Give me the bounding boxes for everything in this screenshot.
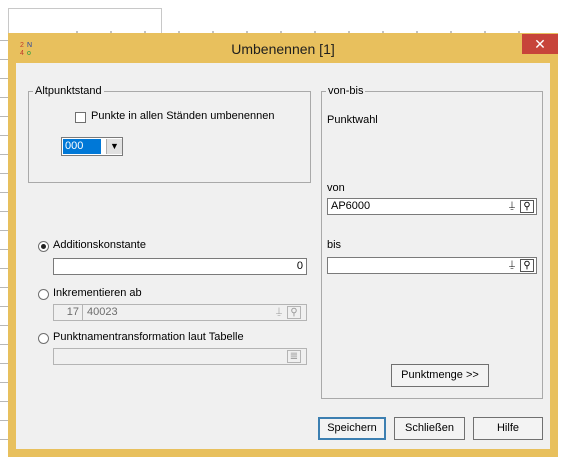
bis-label: bis bbox=[327, 239, 342, 251]
altpunktstand-group: Altpunktstand Punkte in allen Ständen um… bbox=[28, 85, 311, 183]
transformation-field: ≣ bbox=[53, 348, 307, 365]
search-icon[interactable]: ⚲ bbox=[520, 200, 534, 213]
von-label: von bbox=[327, 182, 345, 194]
pick-point-icon[interactable]: ⍊ bbox=[505, 200, 519, 213]
inkrementieren-radio[interactable] bbox=[38, 289, 49, 300]
altpunktstand-legend: Altpunktstand bbox=[33, 85, 104, 97]
rename-dialog: 2 N 4 o Umbenennen [1] ✕ Altpunktstand P… bbox=[8, 33, 558, 457]
von-value: AP6000 bbox=[331, 200, 371, 212]
bis-input[interactable]: ⍊ ⚲ bbox=[327, 257, 537, 274]
close-icon: ✕ bbox=[534, 36, 546, 52]
window-title: Umbenennen [1] bbox=[231, 41, 335, 57]
additionskonstante-label: Additionskonstante bbox=[53, 239, 146, 251]
dropdown-arrow-icon[interactable]: ▼ bbox=[106, 139, 122, 154]
transformation-label: Punktnamentransformation laut Tabelle bbox=[53, 331, 244, 343]
help-button[interactable]: Hilfe bbox=[473, 417, 543, 440]
stand-select-value: 000 bbox=[63, 139, 101, 154]
vonbis-group: von-bis Punktwahl von AP6000 ⍊ ⚲ bis ⍊ ⚲… bbox=[321, 85, 543, 399]
title-bar[interactable]: 2 N 4 o Umbenennen [1] ✕ bbox=[8, 33, 558, 63]
von-input[interactable]: AP6000 ⍊ ⚲ bbox=[327, 198, 537, 215]
inkrementieren-prefix: 17 bbox=[54, 305, 83, 320]
transformation-radio[interactable] bbox=[38, 333, 49, 344]
background-ruler bbox=[0, 40, 8, 457]
inkrementieren-value: 40023 bbox=[87, 306, 118, 318]
all-stands-label: Punkte in allen Ständen umbenennen bbox=[91, 110, 275, 122]
close-button[interactable]: Schließen bbox=[394, 417, 465, 440]
vonbis-legend: von-bis bbox=[326, 85, 366, 97]
punktmenge-button[interactable]: Punktmenge >> bbox=[391, 364, 489, 387]
table-icon: ≣ bbox=[287, 350, 301, 363]
inkrementieren-field: 17 40023 ⍊ ⚲ bbox=[53, 304, 307, 321]
search-icon: ⚲ bbox=[287, 306, 301, 319]
search-icon[interactable]: ⚲ bbox=[520, 259, 534, 272]
stand-select[interactable]: 000 ▼ bbox=[61, 137, 123, 156]
additionskonstante-input[interactable]: 0 bbox=[53, 258, 307, 275]
all-stands-checkbox[interactable] bbox=[75, 112, 86, 123]
inkrementieren-label: Inkrementieren ab bbox=[53, 287, 142, 299]
pick-point-icon[interactable]: ⍊ bbox=[505, 259, 519, 272]
save-button[interactable]: Speichern bbox=[318, 417, 386, 440]
punktwahl-label: Punktwahl bbox=[327, 114, 378, 126]
dialog-client: Altpunktstand Punkte in allen Ständen um… bbox=[16, 63, 550, 449]
close-window-button[interactable]: ✕ bbox=[522, 34, 558, 54]
pick-point-icon: ⍊ bbox=[276, 306, 282, 317]
additionskonstante-radio[interactable] bbox=[38, 241, 49, 252]
